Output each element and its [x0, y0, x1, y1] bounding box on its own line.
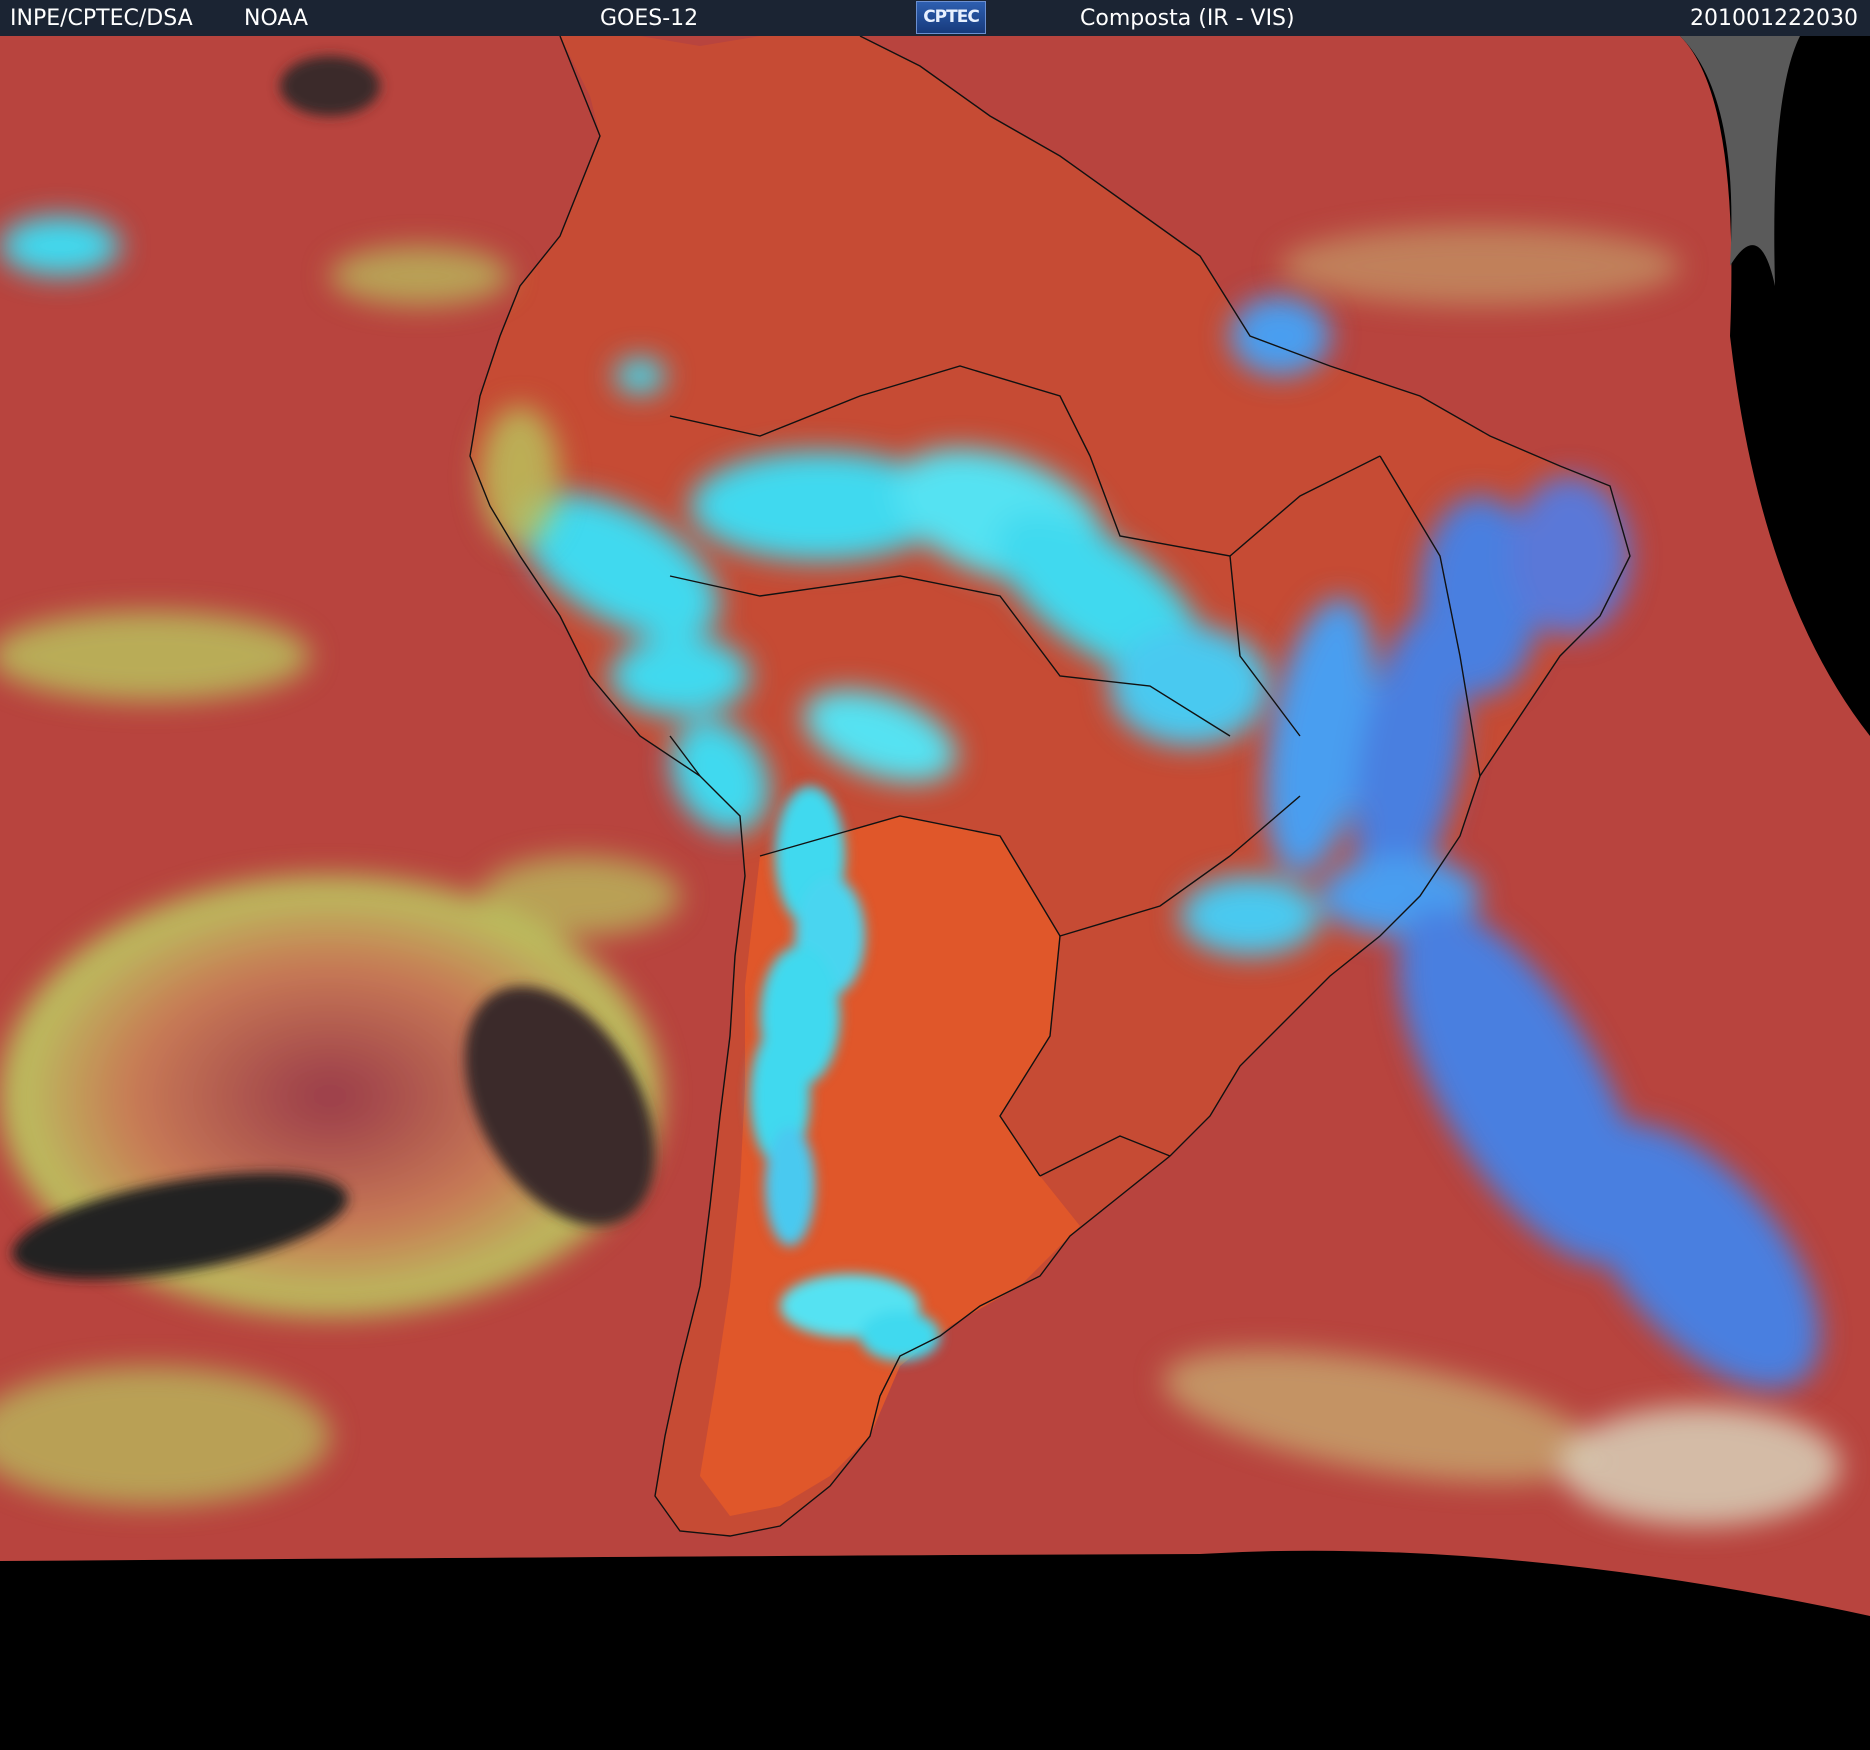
timestamp-label: 201001222030: [1690, 6, 1858, 31]
satellite-label: GOES-12: [600, 6, 699, 31]
product-label: Composta (IR - VIS): [1080, 6, 1295, 31]
agency-label: INPE/CPTEC/DSA: [10, 6, 193, 31]
cptec-logo-text: CPTEC: [923, 7, 980, 27]
cptec-logo: CPTEC: [916, 1, 986, 34]
satellite-image: [0, 36, 1870, 1750]
image-header-bar: INPE/CPTEC/DSA NOAA GOES-12 CPTEC Compos…: [0, 0, 1870, 36]
source-label: NOAA: [244, 6, 309, 31]
